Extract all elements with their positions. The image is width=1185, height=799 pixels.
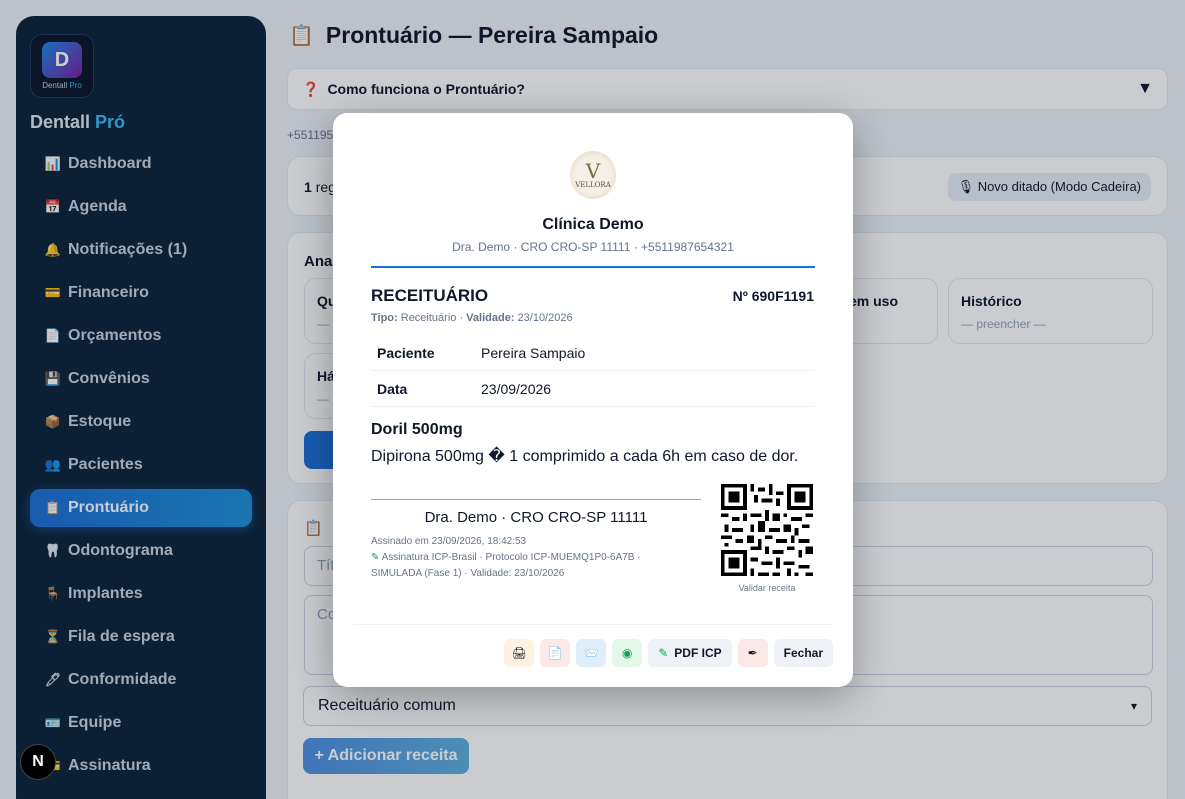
document-meta: Tipo: Receituário · Validade: 23/10/2026 [371, 312, 573, 324]
signer-name: Dra. Demo · CRO CRO-SP 11111 [424, 509, 648, 526]
document-number: Nº 690F1191 [732, 288, 814, 304]
footer-divider [353, 624, 833, 625]
close-button[interactable]: Fechar [773, 639, 833, 667]
pdf-icon: 📄 [547, 646, 563, 660]
patient-info-table: Paciente Pereira Sampaio Data 23/09/2026 [371, 335, 815, 407]
qr-label: Validar receita [738, 583, 796, 593]
clinic-name: Clínica Demo [542, 216, 644, 233]
whatsapp-button[interactable]: ◉ [612, 639, 643, 667]
modal-actions: 🖨 📄 📨 ◉ ✎ PDF ICP ✒ Fechar [504, 639, 833, 667]
signature-line [371, 499, 701, 500]
next-dev-badge[interactable]: N [20, 744, 56, 780]
email-button[interactable]: 📨 [576, 639, 607, 667]
drug-name: Doril 500mg [371, 421, 463, 438]
table-row: Paciente Pereira Sampaio [371, 335, 815, 371]
drug-instruction: Dipirona 500mg � 1 comprimido a cada 6h … [371, 448, 799, 465]
print-button[interactable]: 🖨 [504, 639, 535, 667]
icp-icon: ✎ [371, 552, 380, 563]
prescription-modal: V VELLORA Clínica Demo Dra. Demo · CRO C… [333, 113, 853, 687]
mail-icon: 📨 [583, 646, 599, 660]
clinic-details: Dra. Demo · CRO CRO-SP 11111 · +55119876… [452, 240, 734, 254]
table-row: Data 23/09/2026 [371, 371, 815, 407]
clinic-logo: V VELLORA [570, 151, 616, 199]
icp-icon: ✎ [658, 646, 669, 660]
document-title: RECEITUÁRIO [371, 286, 489, 305]
stamp-button[interactable]: ✒ [737, 639, 768, 667]
stamp-icon: ✒ [747, 646, 758, 660]
pdf-button[interactable]: 📄 [540, 639, 571, 667]
header-divider [371, 266, 815, 268]
whatsapp-icon: ◉ [621, 646, 633, 660]
signature-details: Assinado em 23/09/2026, 18:42:53 ✎ Assin… [371, 536, 641, 579]
pdf-icp-button[interactable]: ✎ PDF ICP [648, 639, 732, 667]
printer-icon: 🖨 [511, 646, 527, 660]
qr-code [721, 484, 813, 576]
